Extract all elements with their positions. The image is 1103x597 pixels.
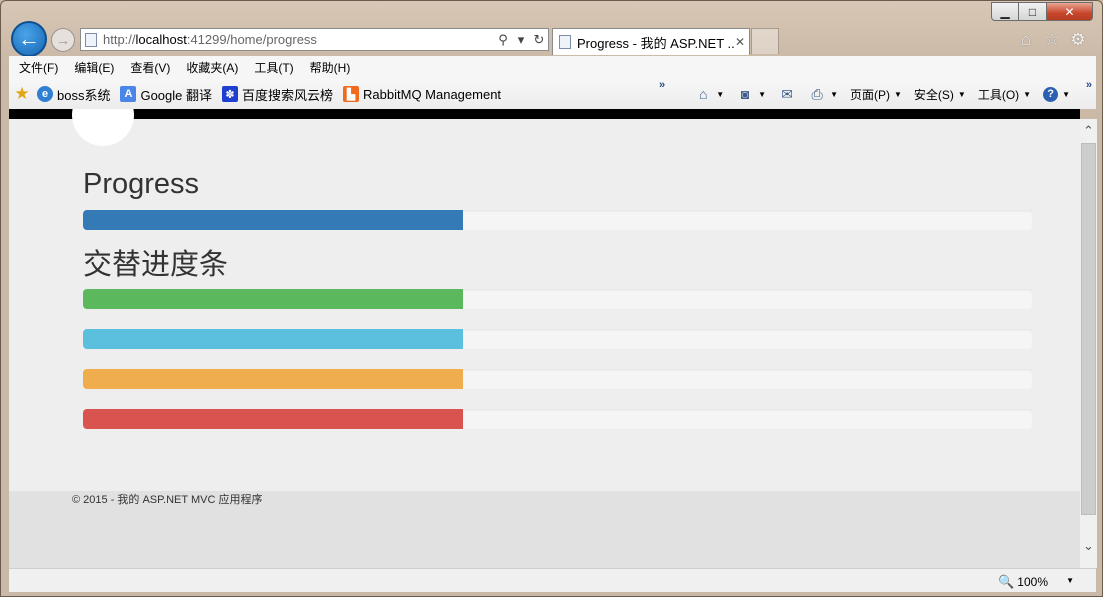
rss-icon: ◙: [740, 86, 750, 102]
favorite-boss[interactable]: e boss系统: [37, 85, 110, 104]
menu-favorites[interactable]: 收藏夹(A): [186, 59, 238, 76]
scroll-thumb[interactable]: [1081, 143, 1096, 515]
refresh-icon[interactable]: ↻: [530, 32, 548, 48]
progress-fill: [83, 209, 463, 230]
menu-edit[interactable]: 编辑(E): [74, 59, 114, 76]
cmd-safety[interactable]: 安全(S) ▼: [914, 86, 966, 103]
arrow-right-icon: →: [56, 32, 70, 48]
page-footer: © 2015 - 我的 ASP.NET MVC 应用程序: [9, 491, 1080, 568]
progress-bar-primary: [83, 209, 1033, 230]
cmd-print[interactable]: ⎙ ▼: [808, 86, 838, 102]
minimize-button[interactable]: ▁: [991, 2, 1019, 21]
site-navbar: [9, 109, 1080, 119]
favorites-star-icon[interactable]: ★: [13, 84, 31, 104]
zoom-level: 100%: [1017, 575, 1048, 589]
rabbitmq-icon: ▙: [343, 86, 360, 102]
tab-progress[interactable]: Progress - 我的 ASP.NET ... ✕: [552, 28, 750, 55]
favorite-label: Google 翻译: [140, 87, 213, 103]
cmd-page-label: 页面(P): [849, 87, 890, 102]
favorite-baidu[interactable]: ✽ 百度搜索风云榜: [222, 85, 333, 104]
chevron-down-icon: ▼: [1062, 89, 1070, 99]
cmd-feeds[interactable]: ◙ ▼: [736, 86, 766, 102]
zoom-icon: 🔍: [998, 574, 1015, 589]
chevron-down-icon: ▼: [1023, 89, 1032, 99]
zoom-control[interactable]: 🔍 100%: [998, 574, 1048, 590]
favorite-label: 百度搜索风云榜: [242, 87, 334, 103]
window-controls: ▁ □ ✕: [991, 2, 1093, 21]
progress-bar-danger: [83, 408, 1033, 429]
browser-window: ▁ □ ✕ ← → http://localhost:41299/home/pr…: [0, 0, 1103, 597]
chevron-down-icon[interactable]: ▼: [830, 90, 838, 99]
help-icon: ?: [1043, 86, 1059, 102]
favorites-bar: ★ e boss系统 A Google 翻译 ✽ 百度搜索风云榜 ▙ Rabbi…: [9, 79, 1096, 109]
search-icon[interactable]: ⚲: [494, 32, 512, 48]
ie-page-icon: e: [37, 86, 53, 102]
progress-bar-info: [83, 328, 1033, 349]
forward-button[interactable]: →: [51, 28, 75, 52]
cmd-help[interactable]: ? ▼: [1043, 86, 1070, 102]
page-content: Progress 交替进度条: [83, 167, 1033, 429]
menu-bar: 文件(F) 编辑(E) 查看(V) 收藏夹(A) 工具(T) 帮助(H): [9, 56, 1096, 79]
progress-bar-success: [83, 288, 1033, 309]
status-bar: 🔍 100% ▼: [9, 568, 1096, 592]
chevron-down-icon[interactable]: ▼: [1066, 576, 1074, 585]
tab-close-icon[interactable]: ✕: [735, 35, 749, 49]
cmd-tools-label: 工具(O): [977, 87, 1020, 102]
cmd-safety-label: 安全(S): [913, 87, 954, 102]
chevron-down-icon[interactable]: ▼: [758, 90, 766, 99]
page-icon: [559, 35, 571, 49]
vertical-scrollbar[interactable]: ⌃ ⌄: [1080, 119, 1097, 568]
address-bar[interactable]: http://localhost:41299/home/progress ⚲ ▾…: [80, 28, 549, 51]
menu-help[interactable]: 帮助(H): [310, 59, 351, 76]
site-logo[interactable]: [72, 109, 134, 146]
chevron-down-icon[interactable]: ▼: [716, 90, 724, 99]
page-title: Progress: [83, 168, 200, 200]
tab-title: Progress - 我的 ASP.NET ...: [577, 35, 735, 51]
footer-copyright: © 2015 - 我的 ASP.NET MVC 应用程序: [72, 494, 263, 506]
baidu-paw-icon: ✽: [222, 86, 239, 102]
menu-tools[interactable]: 工具(T): [254, 59, 293, 76]
close-button[interactable]: ✕: [1047, 2, 1093, 21]
scroll-down-icon[interactable]: ⌄: [1080, 534, 1097, 558]
gear-icon[interactable]: ⚙: [1068, 30, 1088, 50]
menu-view[interactable]: 查看(V): [130, 59, 170, 76]
favorite-rabbitmq[interactable]: ▙ RabbitMQ Management: [343, 86, 501, 102]
progress-fill: [83, 328, 463, 349]
cmd-tools[interactable]: 工具(O) ▼: [978, 86, 1031, 103]
cmd-mail[interactable]: ✉: [778, 86, 796, 102]
browser-right-icons: ⌂ ☆ ⚙: [1016, 30, 1088, 50]
progress-fill: [83, 288, 463, 309]
progress-fill: [83, 408, 463, 429]
chevron-down-icon: ▼: [893, 89, 902, 99]
menu-file[interactable]: 文件(F): [19, 59, 58, 76]
print-icon: ⎙: [811, 85, 823, 102]
chevron-down-icon: ▼: [957, 89, 966, 99]
star-icon[interactable]: ☆: [1042, 30, 1062, 50]
favorites-overflow-icon[interactable]: »: [659, 79, 665, 91]
mail-icon: ✉: [781, 85, 793, 102]
home-icon: ⌂: [698, 86, 708, 102]
translate-icon: A: [120, 86, 137, 102]
new-tab-button[interactable]: [751, 28, 779, 54]
favorite-label: boss系统: [57, 87, 111, 103]
page-icon: [85, 32, 97, 47]
address-url[interactable]: http://localhost:41299/home/progress: [103, 32, 494, 47]
page-viewport: Progress 交替进度条 © 2015 - 我的 ASP.NET MVC 应…: [9, 109, 1080, 568]
back-button[interactable]: ←: [11, 21, 47, 57]
maximize-button[interactable]: □: [1019, 2, 1047, 21]
home-icon[interactable]: ⌂: [1016, 30, 1036, 50]
favorite-label: RabbitMQ Management: [363, 86, 502, 102]
commandbar-overflow-icon[interactable]: »: [1086, 79, 1092, 91]
scroll-up-icon[interactable]: ⌃: [1080, 119, 1097, 143]
arrow-left-icon: ←: [18, 26, 40, 51]
cmd-page[interactable]: 页面(P) ▼: [850, 86, 902, 103]
chevron-down-icon[interactable]: ▾: [512, 32, 530, 48]
section-title: 交替进度条: [83, 248, 229, 281]
progress-fill: [83, 368, 463, 389]
cmd-home[interactable]: ⌂ ▼: [694, 86, 724, 102]
command-bar: ⌂ ▼ ◙ ▼ ✉ ⎙ ▼ 页面(P) ▼ 安全(S) ▼ 工具(O) ▼ ? …: [682, 79, 1070, 109]
favorite-google-translate[interactable]: A Google 翻译: [120, 85, 212, 104]
progress-bar-warning: [83, 368, 1033, 389]
